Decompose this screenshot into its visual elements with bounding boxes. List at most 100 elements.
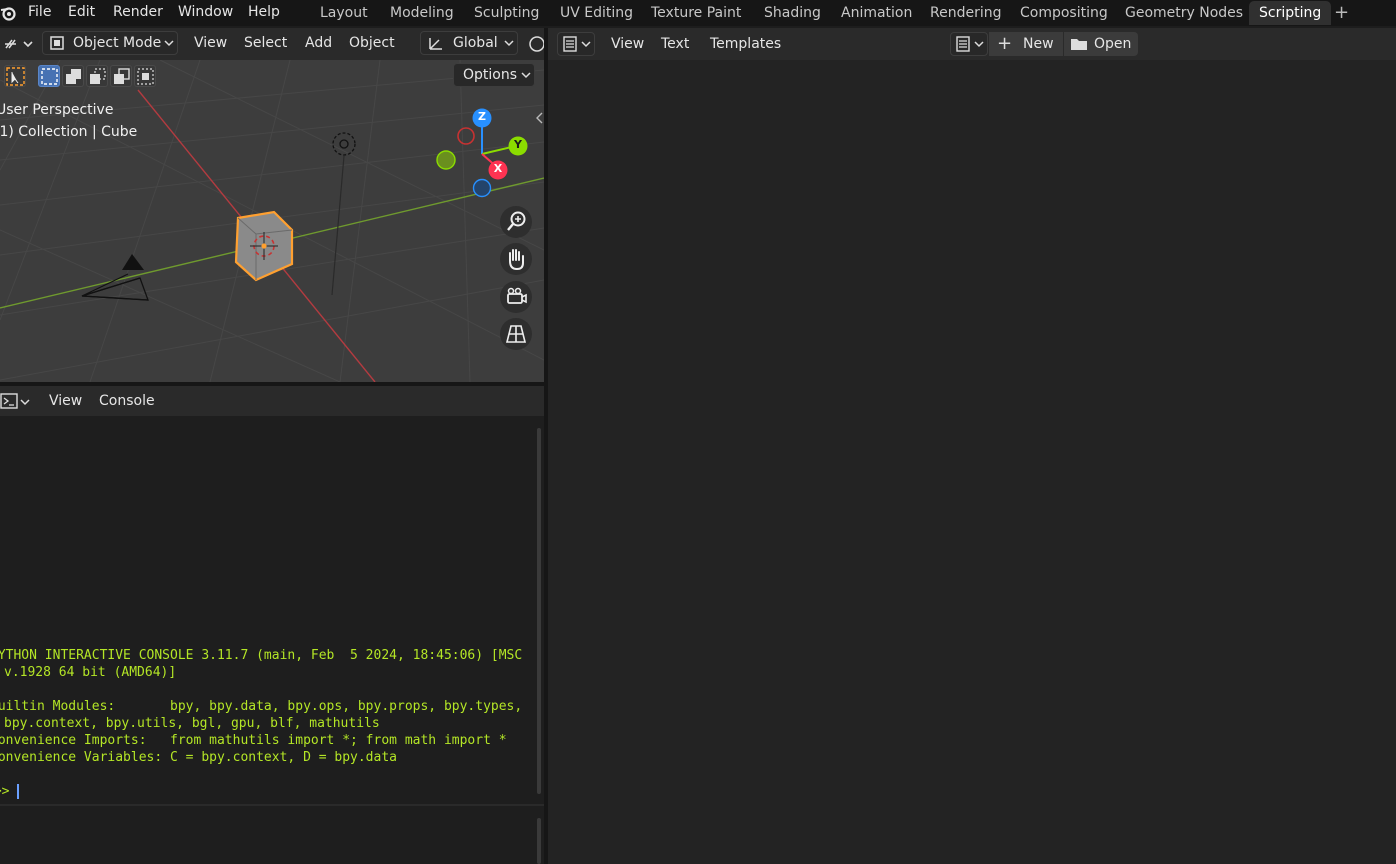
python-console[interactable]: PYTHON INTERACTIVE CONSOLE 3.11.7 (main,…: [0, 416, 544, 804]
orientation-icon: [427, 35, 445, 55]
object-mode-dropdown[interactable]: Object Mode: [42, 31, 178, 55]
select-extend-icon: [66, 69, 81, 84]
viewport-menu-select[interactable]: Select: [244, 31, 287, 55]
select-subtract-icon: [90, 68, 106, 84]
tab-layout[interactable]: Layout: [310, 1, 378, 25]
console-line: Builtin Modules: bpy, bpy.data, bpy.ops,…: [0, 699, 523, 714]
text-cursor: [17, 784, 20, 799]
gizmo-x-label: X: [493, 162, 503, 175]
3d-viewport[interactable]: User Perspective (1) Collection | Cube Z…: [0, 60, 544, 382]
viewport-menu-view[interactable]: View: [194, 31, 227, 55]
tab-shading[interactable]: Shading: [754, 1, 831, 25]
select-intersect-icon: [137, 68, 154, 85]
camera-icon: [507, 287, 527, 304]
editor-type-text-dropdown[interactable]: [557, 32, 595, 56]
select-mode-extend-button[interactable]: [62, 65, 84, 87]
editor-type-console-icon[interactable]: [0, 391, 34, 413]
new-text-button[interactable]: + New: [989, 32, 1063, 56]
transform-orientation-dropdown[interactable]: Global: [420, 31, 518, 55]
console-line: bpy.context, bpy.utils, bgl, gpu, blf, m…: [4, 716, 380, 731]
viewport-menu-object[interactable]: Object: [349, 31, 395, 55]
open-text-label: Open: [1094, 36, 1132, 52]
grid-perspective-icon: [505, 325, 527, 343]
select-mode-intersect-button[interactable]: [134, 65, 156, 87]
plus-icon: +: [997, 33, 1013, 54]
viewport-menu-add[interactable]: Add: [305, 31, 332, 55]
console-prompt[interactable]: >>>: [0, 783, 20, 800]
text-editor-icon: [562, 35, 578, 57]
options-dropdown[interactable]: Options: [453, 63, 535, 87]
hand-icon: [509, 249, 524, 271]
object-mode-label: Object Mode: [73, 35, 162, 51]
camera-view-button[interactable]: [500, 281, 532, 313]
light-object[interactable]: [326, 130, 362, 300]
menu-help[interactable]: Help: [248, 2, 280, 22]
console-scrollbar[interactable]: [537, 428, 541, 794]
text-menu-templates[interactable]: Templates: [710, 32, 781, 56]
viewport-header: Object Mode View Select Add Object Globa…: [0, 28, 545, 60]
chevron-down-icon: [580, 35, 592, 57]
menu-file[interactable]: File: [28, 2, 51, 22]
select-mode-new-button[interactable]: [38, 65, 60, 87]
chevron-down-icon: [163, 34, 175, 56]
gizmo-z-label: Z: [478, 110, 486, 123]
select-invert-icon: [114, 68, 130, 84]
select-mode-subtract-button[interactable]: [86, 65, 108, 87]
text-browse-dropdown[interactable]: [950, 32, 988, 56]
gizmo-y-label: Y: [514, 138, 522, 151]
console-line: PYTHON INTERACTIVE CONSOLE 3.11.7 (main,…: [0, 648, 523, 663]
tab-rendering[interactable]: Rendering: [920, 1, 1012, 25]
pan-button[interactable]: [500, 243, 532, 275]
tab-texture-paint[interactable]: Texture Paint: [641, 1, 751, 25]
add-workspace-button[interactable]: +: [1334, 1, 1349, 25]
options-label: Options: [463, 67, 518, 83]
perspective-toggle-button[interactable]: [500, 318, 532, 350]
collection-name-text: (1) Collection | Cube: [0, 124, 138, 140]
folder-icon: [1070, 36, 1088, 60]
sidebar-toggle-icon[interactable]: [534, 110, 544, 126]
zoom-button[interactable]: [500, 206, 532, 238]
tab-geometry-nodes[interactable]: Geometry Nodes: [1115, 1, 1253, 25]
console-header: View Console: [0, 386, 544, 416]
view-name-text: User Perspective: [0, 102, 114, 118]
blender-logo-icon[interactable]: [0, 4, 16, 22]
editor-type-viewport-icon[interactable]: [2, 32, 36, 56]
text-editor-area[interactable]: [548, 60, 1396, 864]
top-bar: File Edit Render Window Help Layout Mode…: [0, 0, 1396, 26]
zoom-icon: [507, 211, 526, 231]
pivot-point-icon[interactable]: [526, 33, 545, 55]
select-mode-invert-button[interactable]: [110, 65, 132, 87]
console-line: v.1928 64 bit (AMD64)]: [4, 665, 177, 680]
tab-sculpting[interactable]: Sculpting: [464, 1, 549, 25]
console-menu-console[interactable]: Console: [99, 389, 155, 413]
menu-edit[interactable]: Edit: [68, 2, 95, 22]
menu-render[interactable]: Render: [113, 2, 163, 22]
console-menu-view[interactable]: View: [49, 389, 82, 413]
object-mode-icon: [49, 35, 65, 51]
select-box-cursor-icon: [6, 67, 25, 86]
cube-object[interactable]: [230, 210, 300, 284]
tab-animation[interactable]: Animation: [831, 1, 922, 25]
console-line: Convenience Variables: C = bpy.context, …: [0, 750, 397, 765]
text-menu-text[interactable]: Text: [661, 32, 689, 56]
chevron-down-icon: [973, 35, 985, 57]
tab-uv-editing[interactable]: UV Editing: [550, 1, 643, 25]
select-new-icon: [41, 68, 58, 85]
tab-scripting[interactable]: Scripting: [1249, 1, 1332, 25]
orientation-label: Global: [453, 35, 498, 51]
new-text-label: New: [1023, 36, 1054, 52]
chevron-down-icon: [503, 34, 515, 56]
chevron-down-icon: [520, 66, 532, 88]
viewport-tool-header: Options: [0, 60, 544, 90]
tab-modeling[interactable]: Modeling: [380, 1, 464, 25]
open-text-button[interactable]: Open: [1064, 32, 1138, 56]
console-line: Convenience Imports: from mathutils impo…: [0, 733, 507, 748]
bottom-scrollbar[interactable]: [537, 818, 541, 864]
text-menu-view[interactable]: View: [611, 32, 644, 56]
select-tool-button[interactable]: [4, 65, 26, 87]
menu-window[interactable]: Window: [178, 2, 233, 22]
camera-object[interactable]: [78, 252, 158, 304]
tab-compositing[interactable]: Compositing: [1010, 1, 1118, 25]
text-editor-header: View Text Templates: [548, 28, 1396, 60]
console-prompt-text: >>>: [0, 784, 10, 799]
